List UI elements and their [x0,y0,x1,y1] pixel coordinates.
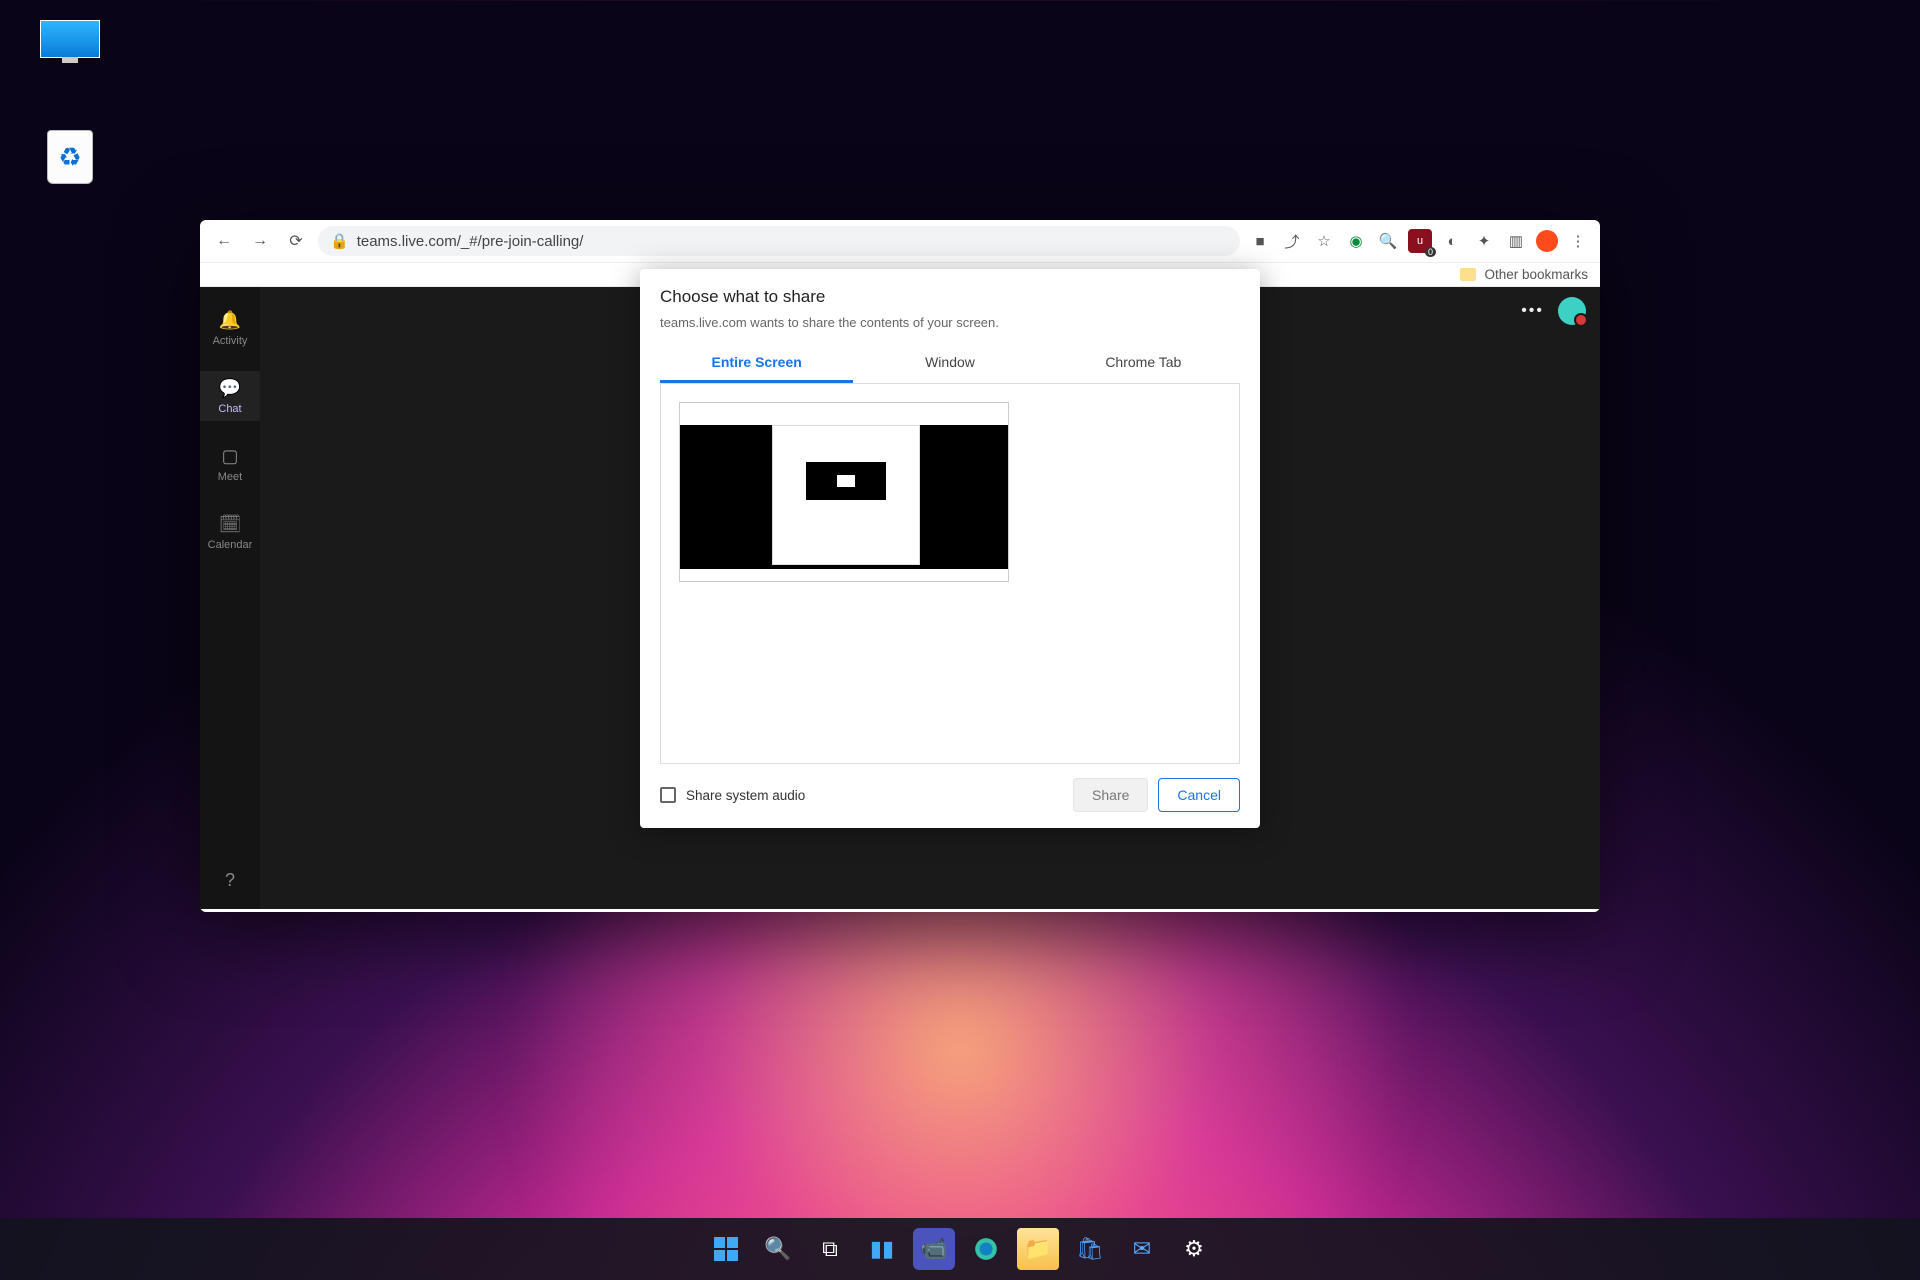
rail-calendar-label: Calendar [208,539,253,551]
cancel-button[interactable]: Cancel [1158,778,1240,812]
puzzle-icon[interactable]: ✦ [1472,229,1496,253]
rail-chat[interactable]: 💬 Chat [200,371,260,421]
camera-icon[interactable]: ■ [1248,229,1272,253]
grammarly-icon[interactable]: ◉ [1344,229,1368,253]
screen-thumbnail[interactable] [679,402,1009,582]
back-button[interactable]: ← [210,227,238,255]
share-dialog: Choose what to share teams.live.com want… [640,269,1260,828]
chrome-menu-icon[interactable]: ⋮ [1566,229,1590,253]
share-page-icon[interactable]: ⤴ [1280,229,1304,253]
desktop-icon-recycle-bin[interactable]: ♻ [20,130,120,184]
tab-window[interactable]: Window [853,344,1046,383]
tab-chrome-tab[interactable]: Chrome Tab [1047,344,1240,383]
forward-button[interactable]: → [246,227,274,255]
chat-icon: 💬 [219,377,241,399]
teams-app: 🔔 Activity 💬 Chat ▢ Meet 🗓 Calendar ? ••… [200,287,1600,909]
browser-toolbar: ← → ⟳ 🔒 teams.live.com/_#/pre-join-calli… [200,220,1600,263]
taskbar: 🔍 ⧉ ▮▮ 📹 📁 🛍 ✉ ⚙ [0,1218,1920,1280]
rail-activity[interactable]: 🔔 Activity [200,303,260,353]
star-icon[interactable]: ☆ [1312,229,1336,253]
dialog-footer: Share system audio Share Cancel [660,778,1240,812]
desktop-icon-this-pc[interactable] [20,20,120,64]
other-bookmarks[interactable]: Other bookmarks [1460,267,1588,282]
taskbar-explorer[interactable]: 📁 [1017,1228,1059,1270]
avatar[interactable] [1558,297,1586,325]
address-bar[interactable]: 🔒 teams.live.com/_#/pre-join-calling/ [318,226,1240,256]
extensions-row: ■ ⤴ ☆ ◉ 🔍 u0 ◐ ✦ ▥ ⋮ [1248,229,1590,253]
rail-calendar[interactable]: 🗓 Calendar [200,507,260,557]
recycle-bin-icon: ♻ [47,130,93,184]
reload-button[interactable]: ⟳ [282,227,310,255]
share-audio-label: Share system audio [686,788,1073,803]
teams-main: ••• Choose what to share teams.live.com … [260,287,1600,909]
share-audio-checkbox[interactable] [660,787,676,803]
tab-entire-screen[interactable]: Entire Screen [660,344,853,383]
url-text: teams.live.com/_#/pre-join-calling/ [357,233,584,250]
help-icon: ? [219,869,241,891]
ublock-icon[interactable]: u0 [1408,229,1432,253]
taskbar-store[interactable]: 🛍 [1069,1228,1111,1270]
rail-activity-label: Activity [213,335,248,347]
monitor-icon [40,20,100,58]
other-bookmarks-label: Other bookmarks [1484,267,1588,282]
ext-generic-icon[interactable]: ◐ [1440,229,1464,253]
sidepanel-icon[interactable]: ▥ [1504,229,1528,253]
windows-icon [714,1237,738,1261]
teams-header: ••• [1521,297,1586,325]
taskbar-widgets[interactable]: ▮▮ [861,1228,903,1270]
taskbar-teams[interactable]: 📹 [913,1228,955,1270]
rail-meet[interactable]: ▢ Meet [200,439,260,489]
taskbar-search[interactable]: 🔍 [757,1228,799,1270]
taskbar-edge[interactable] [965,1228,1007,1270]
share-button[interactable]: Share [1073,778,1148,812]
chrome-window: ← → ⟳ 🔒 teams.live.com/_#/pre-join-calli… [200,220,1600,912]
rail-meet-label: Meet [218,471,242,483]
taskbar-settings[interactable]: ⚙ [1173,1228,1215,1270]
video-icon: ▢ [219,445,241,467]
search-ext-icon[interactable]: 🔍 [1376,229,1400,253]
rail-help[interactable]: ? [200,863,260,897]
edge-icon [973,1236,999,1262]
taskbar-taskview[interactable]: ⧉ [809,1228,851,1270]
dialog-title: Choose what to share [660,287,1240,307]
share-preview-area [660,384,1240,764]
dialog-subtitle: teams.live.com wants to share the conten… [660,315,1240,330]
calendar-icon: 🗓 [219,513,241,535]
more-options-icon[interactable]: ••• [1521,302,1544,320]
lock-icon: 🔒 [330,232,349,250]
teams-rail: 🔔 Activity 💬 Chat ▢ Meet 🗓 Calendar ? [200,287,260,909]
folder-icon [1460,268,1476,281]
taskbar-mail[interactable]: ✉ [1121,1228,1163,1270]
brave-icon[interactable] [1536,230,1558,252]
bell-icon: 🔔 [219,309,241,331]
rail-chat-label: Chat [218,403,241,415]
start-button[interactable] [705,1228,747,1270]
share-tabs: Entire Screen Window Chrome Tab [660,344,1240,384]
